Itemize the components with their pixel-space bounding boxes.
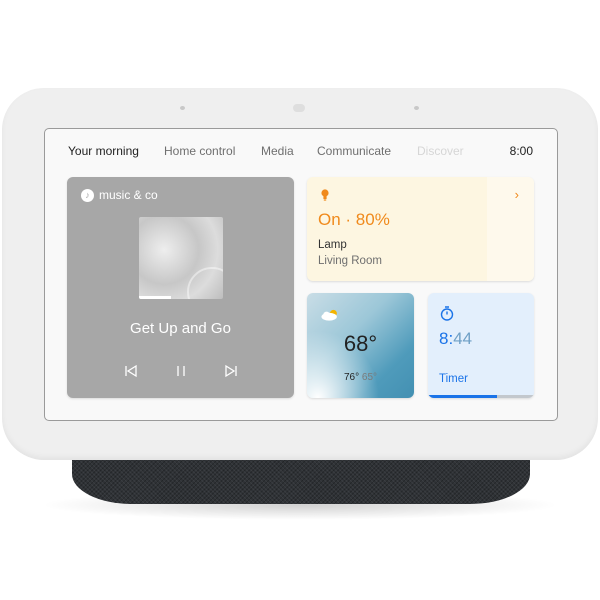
timer-seconds: 44 <box>453 329 473 348</box>
tab-media[interactable]: Media <box>261 144 294 158</box>
microphone <box>414 106 419 110</box>
playback-progress <box>139 296 171 299</box>
high-temperature: 76° <box>343 372 360 383</box>
album-art <box>139 217 223 299</box>
timer-card[interactable]: 8:44 Timer <box>428 293 534 398</box>
tab-communicate[interactable]: Communicate <box>317 144 391 158</box>
display-screen: Your morning Home control Media Communic… <box>44 128 558 421</box>
speaker-base <box>72 456 530 504</box>
high-low-temperature: 76° 65° <box>307 372 414 383</box>
sensor-window <box>293 104 305 112</box>
media-source-label: music & co <box>99 188 158 202</box>
lamp-card[interactable]: › On · 80% Lamp Living Room <box>307 177 534 281</box>
chevron-right-icon[interactable]: › <box>515 187 519 202</box>
current-temperature: 68° <box>343 331 378 356</box>
light-sensor <box>180 106 185 110</box>
music-note-icon: ♪ <box>81 188 94 202</box>
timer-remaining: 8:44 <box>439 329 472 349</box>
clock: 8:00 <box>509 144 533 158</box>
album-art-ring <box>187 267 223 299</box>
stopwatch-icon <box>440 306 454 321</box>
media-card[interactable]: ♪ music & co Get Up and Go <box>67 177 294 398</box>
media-source: ♪ music & co <box>81 188 158 202</box>
next-icon[interactable] <box>223 363 239 379</box>
tab-home-control[interactable]: Home control <box>164 144 235 158</box>
tab-discover[interactable]: Discover <box>417 144 464 158</box>
lamp-state: On · 80% <box>318 210 390 229</box>
tab-your-morning[interactable]: Your morning <box>68 144 139 158</box>
low-temperature: 65° <box>361 372 378 383</box>
lamp-open-area[interactable] <box>487 177 534 281</box>
timer-label: Timer <box>439 373 468 385</box>
partly-cloudy-icon <box>321 309 337 321</box>
timer-progress-bar <box>428 395 534 398</box>
previous-icon[interactable] <box>123 363 139 379</box>
playback-controls <box>67 363 294 379</box>
timer-progress-fill <box>428 395 497 398</box>
lightbulb-icon <box>321 189 329 201</box>
lamp-room: Living Room <box>318 255 382 267</box>
tab-bar: Your morning Home control Media Communic… <box>68 144 533 162</box>
weather-card[interactable]: 68° 76° 65° <box>307 293 414 398</box>
lamp-name: Lamp <box>318 239 347 251</box>
song-title: Get Up and Go <box>130 320 231 337</box>
pause-icon[interactable] <box>173 363 189 379</box>
